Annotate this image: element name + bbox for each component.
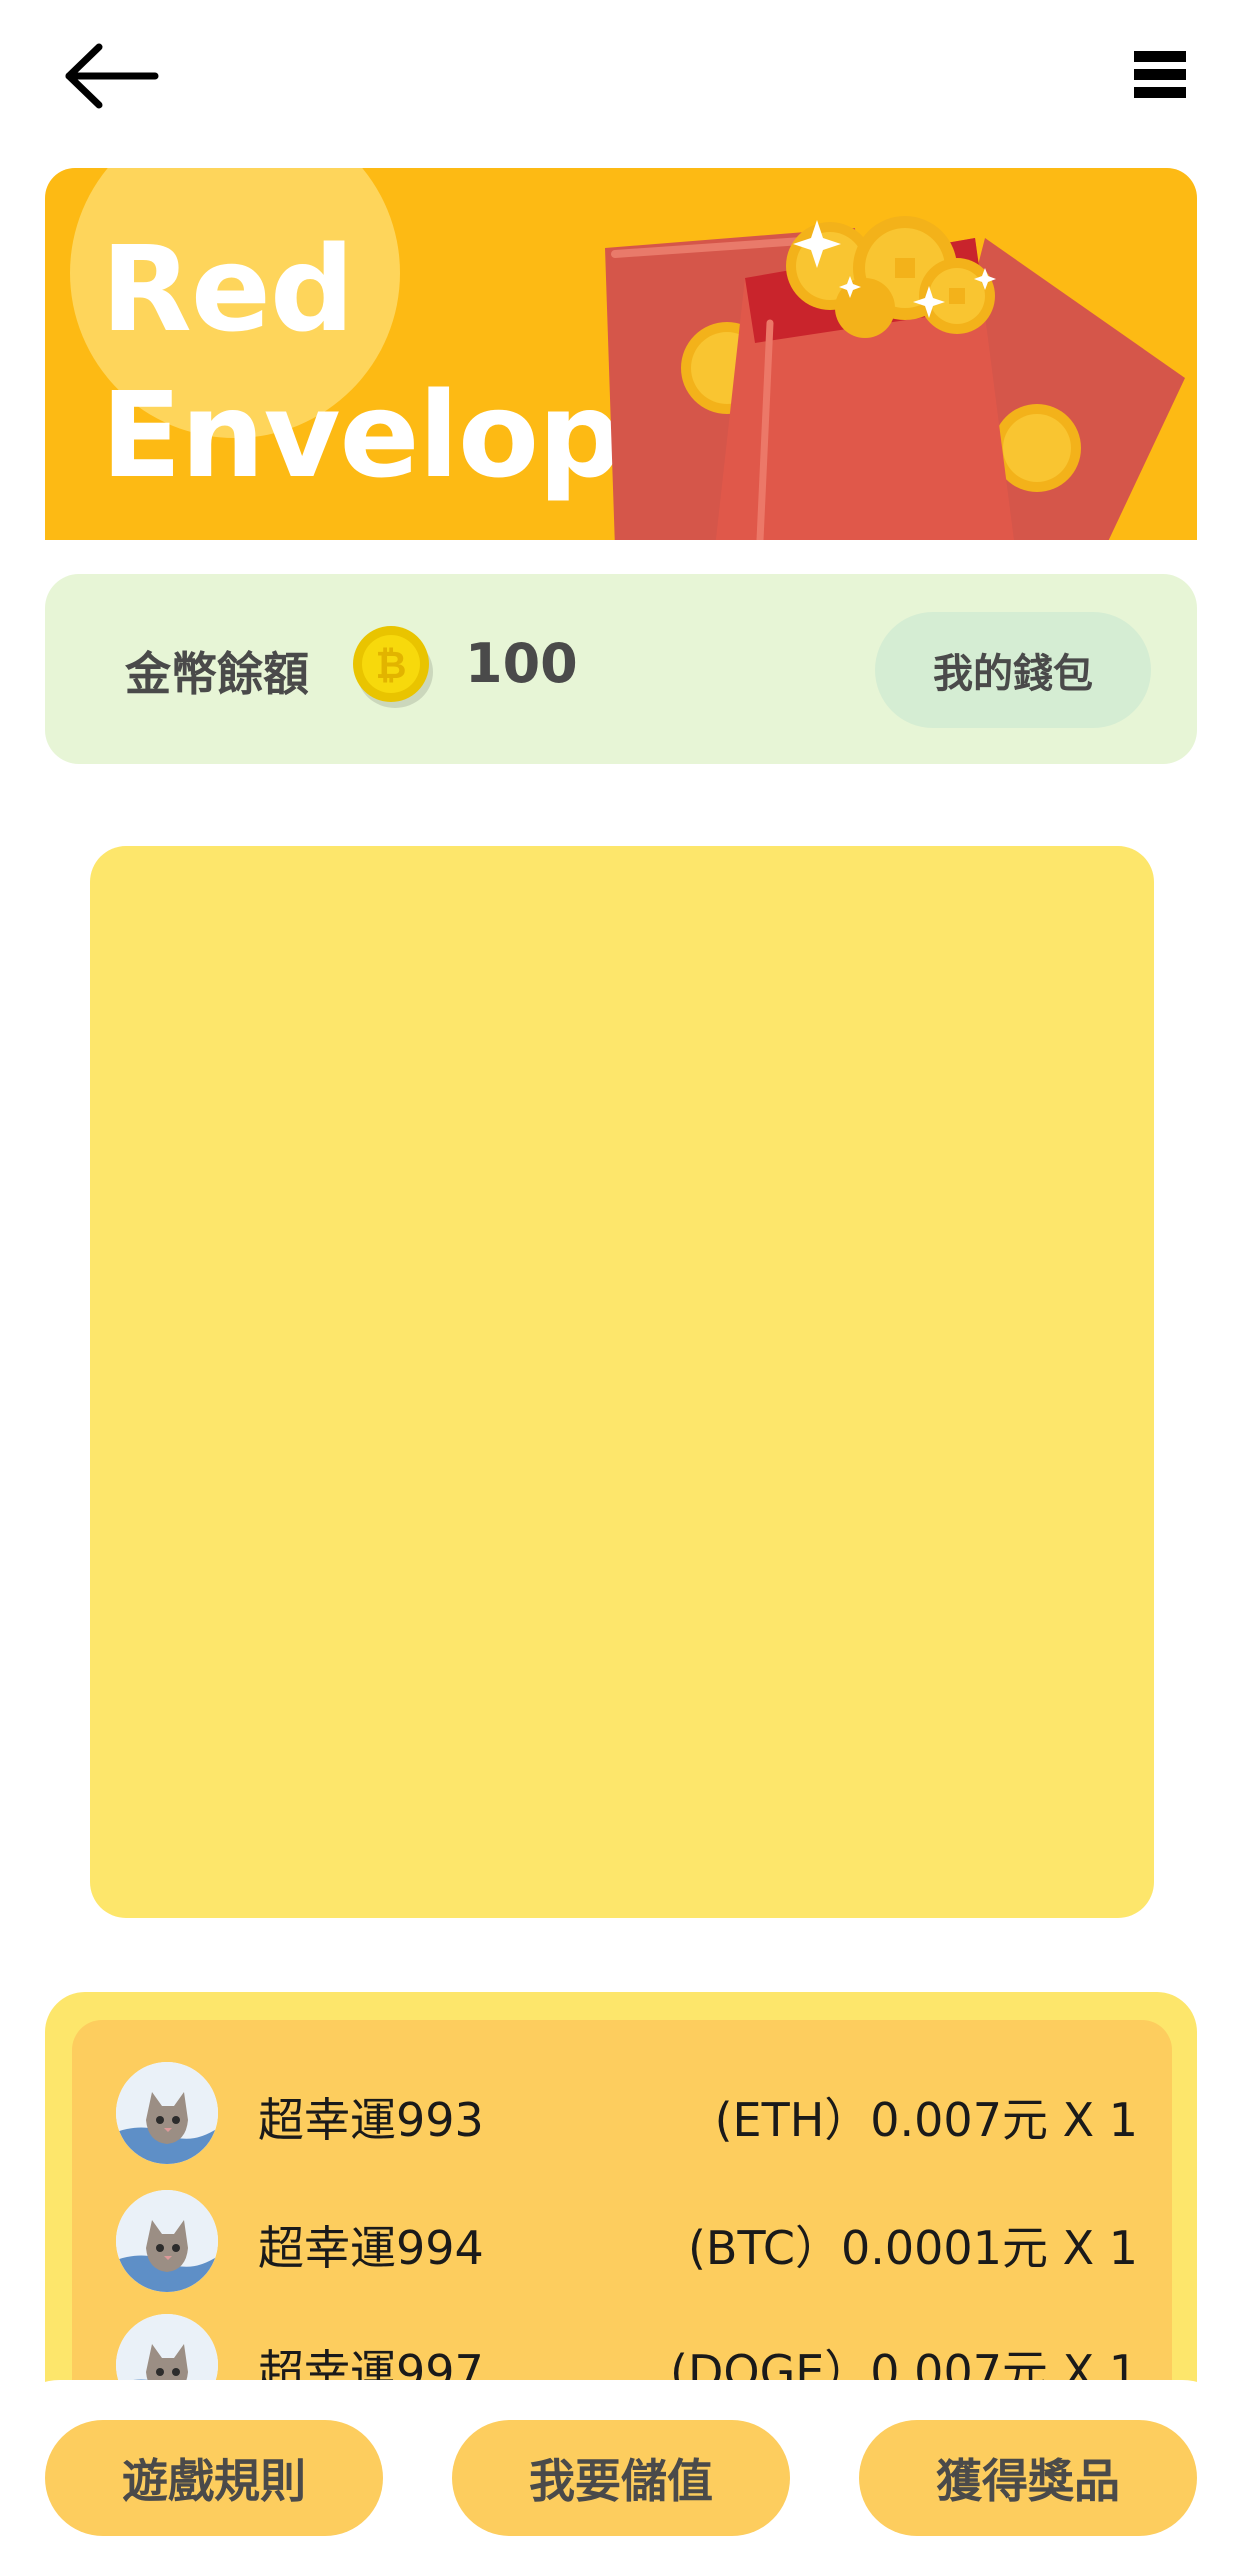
back-button[interactable] — [56, 36, 166, 116]
kitten-avatar-icon — [116, 2062, 218, 2164]
winner-prize: (BTC）0.0001元 X 1 — [687, 2221, 1138, 2275]
game-rules-button[interactable]: 遊戲規則 — [45, 2420, 383, 2536]
deposit-button[interactable]: 我要儲值 — [452, 2420, 790, 2536]
winner-name: 超幸運994 — [258, 2221, 484, 2275]
kitten-avatar-icon — [116, 2190, 218, 2292]
avatar — [116, 2062, 218, 2164]
red-envelope-illustration — [605, 216, 1185, 540]
list-item: 超幸運993 (ETH）0.007元 X 1 — [72, 2058, 1172, 2168]
hero-banner: Red Envelope — [45, 168, 1197, 540]
coin-balance-card: 金幣餘額 ₿ 100 我的錢包 — [45, 574, 1197, 764]
my-wallet-button[interactable]: 我的錢包 — [875, 612, 1151, 728]
avatar — [116, 2190, 218, 2292]
top-nav-bar — [0, 0, 1242, 150]
balance-label: 金幣餘額 — [125, 647, 309, 701]
bitcoin-coin-icon: ₿ — [353, 626, 433, 708]
game-panel[interactable] — [90, 846, 1154, 1918]
balance-value: 100 — [465, 632, 578, 695]
winner-name: 超幸運993 — [258, 2093, 484, 2147]
svg-text:₿: ₿ — [376, 643, 407, 687]
winner-prize: (ETH）0.007元 X 1 — [714, 2093, 1138, 2147]
hamburger-menu-icon — [1134, 51, 1186, 98]
menu-button[interactable] — [1120, 40, 1200, 110]
arrow-left-icon — [65, 43, 159, 109]
list-item: 超幸運994 (BTC）0.0001元 X 1 — [72, 2186, 1172, 2296]
prizes-button[interactable]: 獲得獎品 — [859, 2420, 1197, 2536]
